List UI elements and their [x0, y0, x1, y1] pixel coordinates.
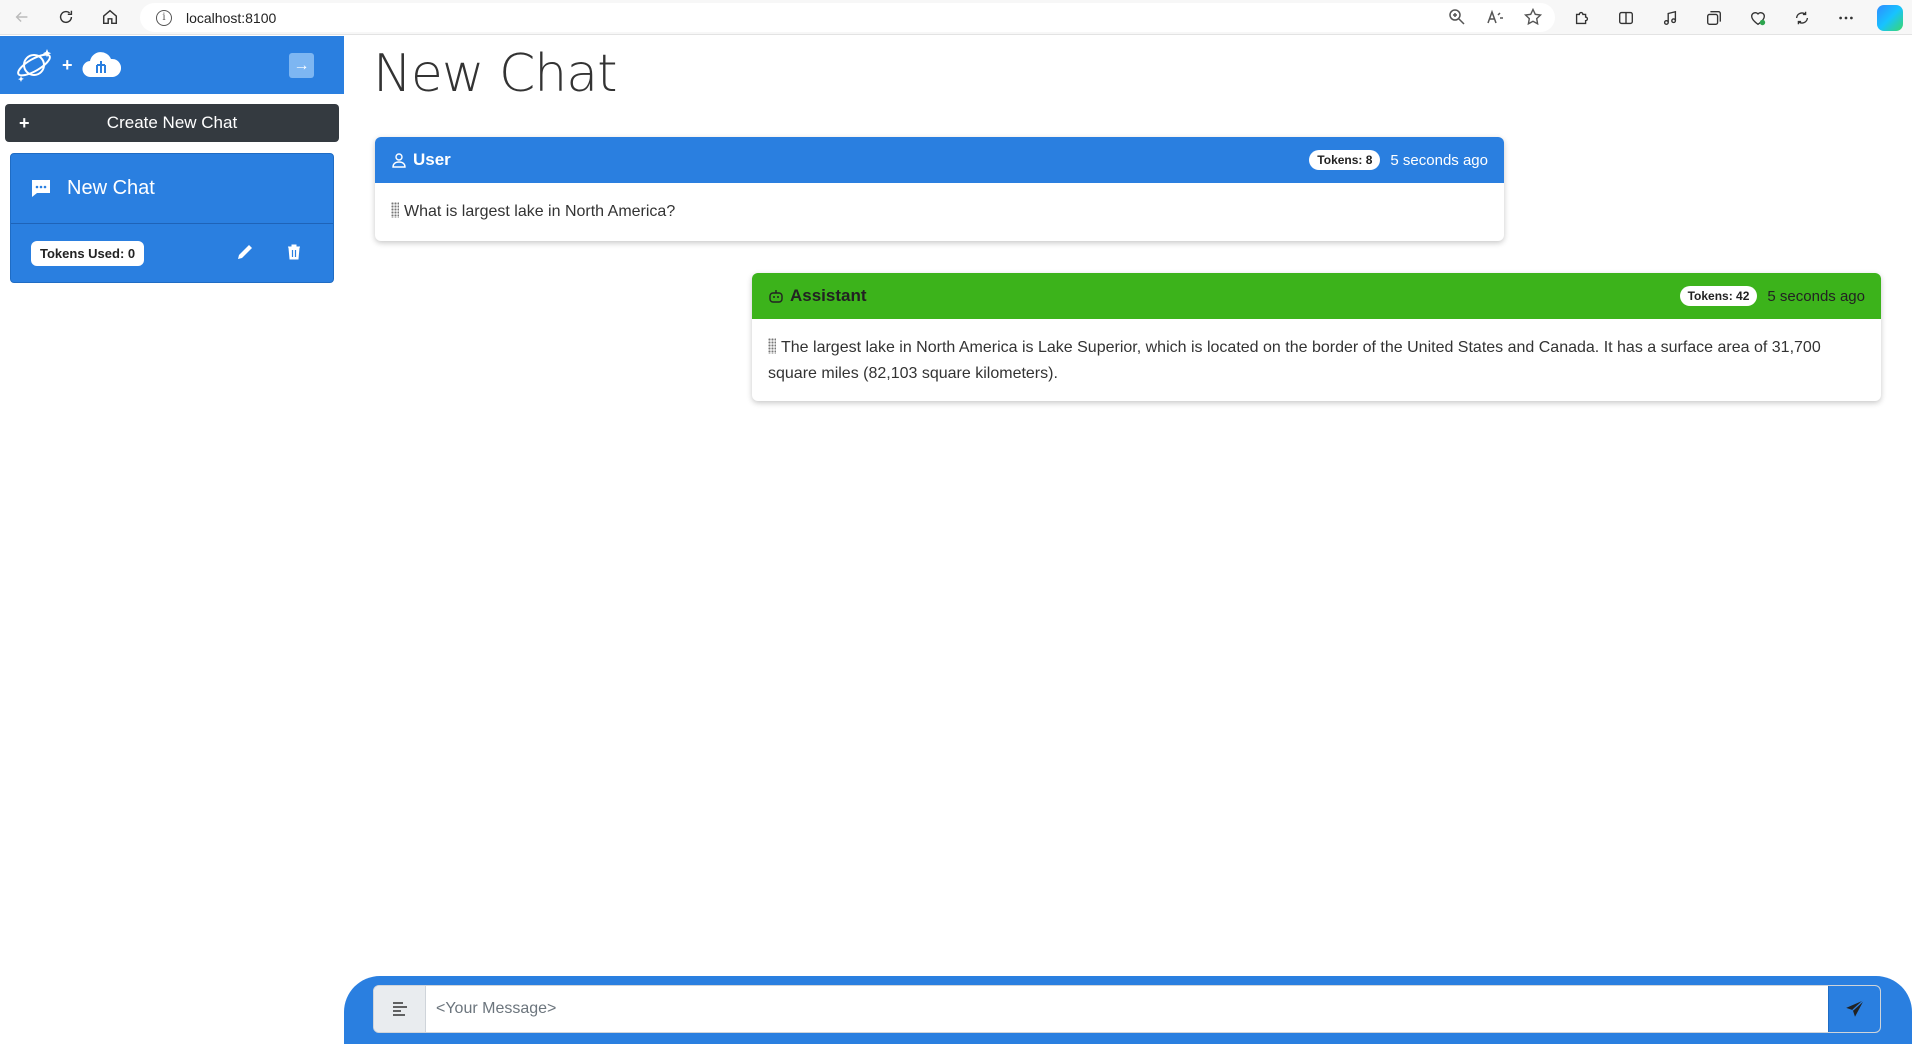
collections-button[interactable] [1692, 0, 1736, 35]
create-new-chat-label: Create New Chat [106, 113, 238, 132]
logo-plus-sign: + [62, 54, 73, 75]
favorite-star-icon[interactable] [1523, 7, 1543, 27]
rename-chat-button[interactable] [233, 240, 257, 264]
profile-sync-button[interactable] [1780, 0, 1824, 35]
puzzle-icon [1575, 11, 1589, 24]
send-plane-icon [1845, 999, 1864, 1017]
read-aloud-icon[interactable] [1485, 7, 1505, 27]
copilot-icon [1877, 4, 1903, 31]
chat-session-item[interactable]: New Chat Tokens Used: 0 [10, 153, 334, 283]
arrow-right-icon: → [293, 56, 310, 74]
zoom-icon[interactable] [1447, 7, 1467, 27]
chat-session-title: New Chat [67, 177, 155, 199]
address-bar[interactable]: i localhost:8100 [140, 3, 1555, 32]
chat-session-footer: Tokens Used: 0 [11, 224, 333, 282]
more-dots-icon [1839, 16, 1853, 19]
split-screen-icon [1619, 11, 1633, 24]
home-icon [102, 9, 118, 25]
page-title: New Chat [373, 44, 617, 104]
message-role: Assistant [790, 286, 867, 305]
message-role: User [413, 150, 451, 169]
plus-icon: + [19, 112, 30, 133]
url-text: localhost:8100 [186, 9, 277, 26]
create-new-chat-button[interactable]: + Create New Chat [5, 104, 339, 142]
back-button[interactable] [0, 0, 44, 35]
tokens-used-badge: Tokens Used: 0 [31, 240, 145, 266]
drag-grip-icon [768, 338, 776, 354]
more-menu-button[interactable] [1824, 0, 1868, 35]
message-text: What is largest lake in North America? [404, 203, 676, 220]
home-button[interactable] [88, 0, 132, 35]
browser-toolbar: i localhost:8100 [0, 0, 1912, 35]
message-tokens-badge: Tokens: 42 [1679, 286, 1758, 306]
message-header: User Tokens: 8 5 seconds ago [375, 137, 1504, 183]
pencil-icon [238, 245, 252, 259]
copilot-button[interactable] [1868, 0, 1912, 35]
message-timestamp: 5 seconds ago [1767, 287, 1865, 305]
message-body: The largest lake in North America is Lak… [752, 319, 1881, 401]
sidebar: + → + Create New Chat New Chat Tokens Us… [0, 36, 344, 1044]
arrow-left-icon [15, 11, 28, 23]
chat-bubble-icon [32, 179, 50, 197]
refresh-icon [59, 10, 73, 24]
media-button[interactable] [1648, 0, 1692, 35]
chat-session-header[interactable]: New Chat [11, 154, 333, 224]
composer-input-group [373, 985, 1881, 1033]
send-message-button[interactable] [1828, 986, 1880, 1032]
prompt-options-button[interactable] [374, 986, 426, 1032]
refresh-button[interactable] [44, 0, 88, 35]
user-message-card: User Tokens: 8 5 seconds ago What is lar… [375, 137, 1504, 241]
trash-icon [288, 244, 300, 260]
assistant-message-card: Assistant Tokens: 42 5 seconds ago The l… [752, 273, 1881, 401]
browser-essentials-button[interactable] [1736, 0, 1780, 35]
text-lines-icon [392, 1002, 407, 1016]
collapse-sidebar-button[interactable]: → [289, 53, 314, 78]
music-note-icon [1663, 10, 1677, 25]
message-header: Assistant Tokens: 42 5 seconds ago [752, 273, 1881, 319]
delete-chat-button[interactable] [282, 240, 306, 264]
message-body: What is largest lake in North America? [375, 183, 1504, 241]
sidebar-header: + → [0, 36, 344, 94]
cloud-brain-icon [82, 52, 121, 78]
split-screen-button[interactable] [1604, 0, 1648, 35]
heart-pulse-icon [1751, 11, 1766, 25]
planet-sparkle-icon [17, 49, 52, 82]
person-icon [392, 153, 406, 168]
message-text: The largest lake in North America is Lak… [768, 339, 1821, 382]
site-info-icon[interactable]: i [156, 9, 172, 26]
collections-icon [1707, 10, 1721, 25]
composer-bar [344, 976, 1912, 1044]
message-input[interactable] [426, 986, 1828, 1032]
message-tokens-badge: Tokens: 8 [1309, 150, 1381, 170]
message-timestamp: 5 seconds ago [1390, 151, 1488, 169]
sync-icon [1795, 11, 1809, 24]
extensions-button[interactable] [1560, 0, 1604, 35]
robot-icon [769, 290, 783, 303]
drag-grip-icon [391, 202, 399, 218]
app-logo: + [14, 45, 121, 85]
